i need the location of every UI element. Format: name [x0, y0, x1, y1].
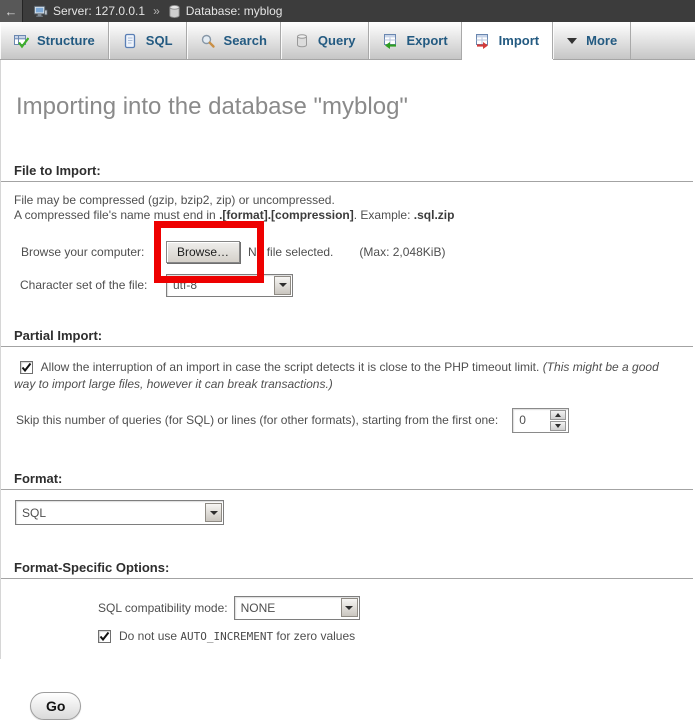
page-title: Importing into the database "myblog"	[1, 60, 695, 121]
tab-structure[interactable]: Structure	[0, 22, 109, 59]
charset-select-value: utf-8	[173, 278, 197, 292]
sql-compatibility-label: SQL compatibility mode:	[98, 601, 228, 615]
sql-icon	[122, 33, 138, 49]
section-heading-format: Format:	[1, 471, 693, 490]
section-heading-format-specific-options: Format-Specific Options:	[1, 560, 693, 579]
import-page: Importing into the database "myblog" Fil…	[0, 60, 695, 659]
section-heading-file-to-import: File to Import:	[1, 163, 693, 182]
tab-label: Export	[406, 33, 447, 48]
tab-import[interactable]: Import	[462, 22, 553, 59]
chevron-down-icon[interactable]	[274, 276, 291, 295]
charset-select[interactable]: utf-8	[166, 274, 293, 297]
format-specific-options: SQL compatibility mode: NONE Do not use …	[1, 595, 695, 643]
breadcrumb-separator: »	[153, 4, 160, 18]
tab-label: SQL	[146, 33, 173, 48]
tab-label: Query	[318, 33, 356, 48]
chevron-down-icon	[566, 37, 578, 45]
tabbar-filler	[631, 22, 695, 59]
tab-export[interactable]: Export	[369, 22, 461, 59]
section-heading-partial-import: Partial Import:	[1, 328, 693, 347]
allow-interrupt-text: Allow the interruption of an import in c…	[41, 360, 543, 374]
export-icon	[382, 33, 398, 49]
browse-row: Browse your computer: Browse… No file se…	[21, 240, 695, 264]
file-import-note: File may be compressed (gzip, bzip2, zip…	[14, 193, 682, 223]
import-icon	[475, 33, 491, 49]
tab-sql[interactable]: SQL	[109, 22, 187, 59]
tab-label: Structure	[37, 33, 95, 48]
breadcrumb-bar: ← Server: 127.0.0.1 » Database: myblog	[0, 0, 695, 22]
query-icon	[294, 33, 310, 49]
structure-icon	[13, 33, 29, 49]
spinner-buttons	[550, 410, 566, 431]
browse-button-wrap: Browse…	[166, 241, 240, 263]
no-file-selected-text: No file selected.	[248, 245, 333, 259]
tab-more[interactable]: More	[553, 22, 631, 59]
sql-compatibility-select[interactable]: NONE	[234, 596, 360, 620]
allow-interrupt-checkbox[interactable]	[20, 361, 33, 374]
browse-label: Browse your computer:	[21, 245, 166, 259]
auto-increment-checkbox[interactable]	[98, 630, 111, 643]
server-icon	[33, 4, 48, 19]
tab-bar: Structure SQL Search Query Export Import…	[0, 22, 695, 60]
format-select-value: SQL	[22, 506, 46, 520]
skip-label: Skip this number of queries (for SQL) or…	[16, 413, 498, 427]
tab-query[interactable]: Query	[281, 22, 370, 59]
sql-compatibility-row: SQL compatibility mode: NONE	[98, 595, 695, 620]
sql-compatibility-value: NONE	[241, 601, 276, 615]
charset-row: Character set of the file: utf-8	[20, 273, 695, 297]
database-icon	[168, 4, 181, 19]
back-button[interactable]: ←	[0, 0, 23, 22]
chevron-down-icon[interactable]	[341, 598, 358, 617]
auto-increment-row: Do not use AUTO_INCREMENT for zero value…	[98, 629, 695, 643]
spinner-up-button[interactable]	[550, 410, 566, 420]
chevron-down-icon[interactable]	[205, 503, 222, 522]
tab-search[interactable]: Search	[187, 22, 281, 59]
note-line2: A compressed file's name must end in .[f…	[14, 208, 454, 222]
charset-label: Character set of the file:	[20, 278, 166, 292]
tab-label: Search	[224, 33, 267, 48]
auto-increment-text: Do not use AUTO_INCREMENT for zero value…	[119, 629, 355, 643]
spinner-down-button[interactable]	[550, 421, 566, 431]
skip-queries-input[interactable]: 0	[512, 408, 569, 433]
max-size-text: (Max: 2,048KiB)	[359, 245, 445, 259]
skip-row: Skip this number of queries (for SQL) or…	[16, 407, 695, 433]
tab-label: Import	[499, 33, 539, 48]
format-select[interactable]: SQL	[15, 500, 224, 525]
note-line1: File may be compressed (gzip, bzip2, zip…	[14, 193, 335, 207]
tab-label: More	[586, 33, 617, 48]
browse-button[interactable]: Browse…	[166, 241, 240, 263]
search-icon	[200, 33, 216, 49]
skip-queries-value: 0	[513, 413, 550, 427]
breadcrumb-server[interactable]: Server: 127.0.0.1	[53, 4, 145, 18]
allow-interrupt-row: Allow the interruption of an import in c…	[14, 359, 682, 393]
breadcrumb-database[interactable]: Database: myblog	[186, 4, 283, 18]
format-row: SQL	[15, 500, 695, 525]
breadcrumb: Server: 127.0.0.1 » Database: myblog	[33, 4, 282, 19]
